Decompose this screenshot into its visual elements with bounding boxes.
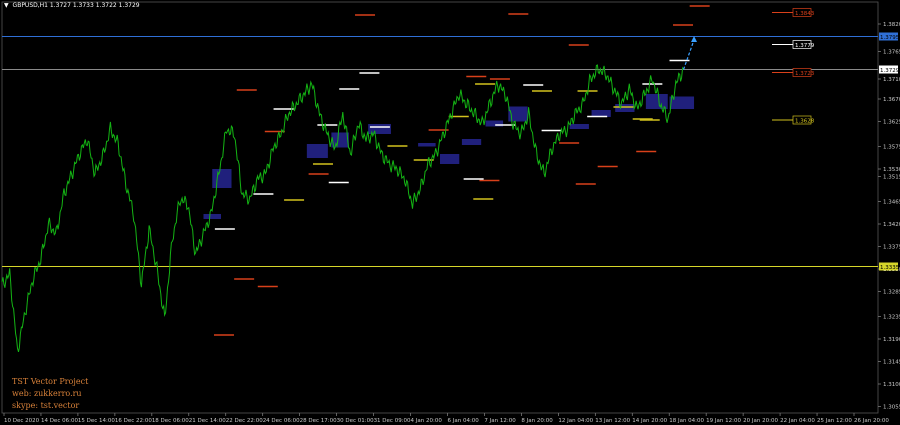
level-tag-label: 1.3723 [795,71,815,77]
y-tick-label: 1.3575 [883,145,900,151]
zone-box [615,104,635,112]
zone-box [212,169,232,188]
y-tick-label: 1.3235 [883,315,900,321]
x-tick-label: 18 Dec 06:00 [152,418,189,424]
branding-line-3: skype: tst.vector [12,401,80,410]
y-tick-label: 1.3055 [883,405,900,411]
y-tick-label: 1.3100 [883,382,900,388]
level-tag-label: 1.3843 [795,11,815,17]
x-tick-label: 13 Jan 12:00 [595,418,630,424]
zone-box [569,124,589,129]
price-chart[interactable]: 1.3843 1.3779 1.3723 1.3628 1.3820 1.3765 1.37… [0,0,900,425]
zone-box [203,214,221,219]
y-tick-label: 1.3285 [883,290,900,296]
x-tick-label: 31 Dec 09:00 [374,418,411,424]
x-tick-label: 20 Jan 20:00 [743,418,778,424]
x-tick-label: 19 Jan 12:00 [706,418,741,424]
x-tick-label: 28 Dec 17:00 [300,418,337,424]
zone-box [440,154,460,164]
x-tick-label: 14 Jan 20:00 [632,418,667,424]
y-tick-label: 1.3710 [883,77,900,83]
y-tick-label: 1.3820 [883,22,900,28]
x-tick-label: 7 Jan 12:00 [484,418,516,424]
y-tick-label: 1.3670 [883,97,900,103]
x-tick-label: 21 Dec 14:00 [189,418,226,424]
y-tick-label: 1.3190 [883,337,900,343]
zone-box [331,132,349,148]
x-tick-label: 24 Dec 06:00 [263,418,300,424]
branding-line-1: TST Vector Project [12,377,89,386]
branding-line-2: web: zukkerro.ru [12,389,82,398]
x-tick-label: 15 Dec 14:00 [78,418,115,424]
axis-price-tag-label: 1.3729 [880,68,900,74]
y-tick-label: 1.3465 [883,200,900,206]
price-series-line [1,64,684,353]
x-tick-label: 18 Jan 04:00 [669,418,704,424]
dropdown-arrow-icon[interactable]: ▼ [4,2,9,9]
axis-price-tag-label: 1.3335 [880,265,900,271]
level-tag-label: 1.3779 [795,43,815,49]
y-tick-label: 1.3420 [883,222,900,228]
x-tick-label: 10 Dec 2020 [4,418,40,424]
x-tick-label: 6 Jan 04:00 [447,418,479,424]
y-tick-label: 1.3515 [883,175,900,181]
axis-price-tag-label: 1.3795 [880,35,900,41]
forecast-arrow [682,39,695,70]
zone-box [461,139,482,145]
x-tick-label: 30 Dec 01:00 [337,418,374,424]
symbol-info: ▼ GBPUSD,H1 1.3727 1.3733 1.3722 1.3729 [4,2,140,9]
x-tick-label: 4 Jan 20:00 [411,418,443,424]
ohlc-values: 1.3727 1.3733 1.3722 1.3729 [49,2,140,9]
y-tick-label: 1.3765 [883,50,900,56]
y-tick-label: 1.3145 [883,360,900,366]
x-tick-label: 22 Dec 22:00 [226,418,263,424]
symbol-name: GBPUSD,H1 [12,2,48,9]
x-tick-label: 8 Jan 20:00 [521,418,553,424]
plot-frame [1,1,879,414]
x-tick-label: 26 Jan 20:00 [854,418,889,424]
y-tick-label: 1.3375 [883,245,900,251]
x-tick-label: 12 Jan 04:00 [558,418,593,424]
y-tick-label: 1.3530 [883,167,900,173]
x-tick-label: 25 Jan 12:00 [817,418,852,424]
zone-box [418,143,436,147]
x-tick-label: 22 Jan 04:00 [780,418,815,424]
x-tick-label: 14 Dec 06:00 [41,418,78,424]
level-tag-label: 1.3628 [795,119,815,125]
zone-box [306,144,328,158]
x-tick-label: 16 Dec 22:00 [115,418,152,424]
y-tick-label: 1.3625 [883,120,900,126]
